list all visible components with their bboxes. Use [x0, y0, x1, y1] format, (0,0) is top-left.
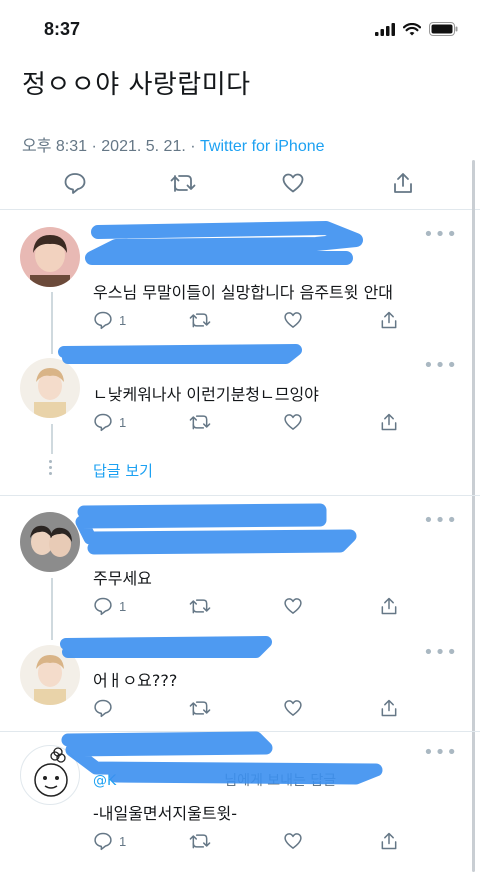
reply-count: 1 [119, 833, 127, 849]
more-options-button[interactable]: ••• [423, 642, 458, 663]
retweet-icon [170, 175, 196, 192]
reply-icon [94, 597, 112, 616]
retweet-icon [189, 415, 211, 430]
status-icons [375, 22, 458, 36]
show-replies-link[interactable]: 답글 보기 [93, 460, 153, 481]
redaction-scribble [61, 731, 383, 785]
reply-button[interactable] [60, 168, 90, 198]
reply-action-row [93, 698, 413, 722]
share-button[interactable] [379, 412, 399, 432]
share-icon [381, 311, 397, 329]
retweet-button[interactable] [189, 412, 211, 432]
thread-line [51, 424, 53, 454]
thread-ellipsis [49, 460, 53, 478]
status-time: 8:37 [44, 19, 81, 39]
reply-button[interactable]: 1 [93, 831, 126, 851]
divider [0, 495, 480, 496]
more-options-button[interactable]: ••• [423, 510, 458, 531]
tweet-time: 오후 8:31 [22, 138, 88, 155]
more-options-button[interactable]: ••• [423, 742, 458, 763]
retweet-icon [189, 313, 211, 328]
like-button[interactable] [283, 412, 303, 432]
tweet-source-link[interactable]: Twitter for iPhone [200, 138, 325, 155]
retweet-icon [189, 834, 211, 849]
reply-action-row: 1 [93, 412, 413, 436]
tweet-date: 2021. 5. 21. [101, 138, 186, 155]
reply-text: 주무세요 [93, 569, 152, 588]
like-button[interactable] [283, 698, 303, 718]
tweet-meta: 오후 8:31 · 2021. 5. 21. · Twitter for iPh… [22, 132, 325, 156]
share-button[interactable] [379, 698, 399, 718]
thread-line [51, 578, 53, 640]
like-icon [284, 598, 302, 614]
reply-action-row: 1 [93, 310, 413, 334]
like-icon [284, 700, 302, 716]
reply-button[interactable] [93, 698, 113, 718]
share-icon [381, 832, 397, 850]
like-icon [284, 833, 302, 849]
share-button[interactable] [379, 596, 399, 616]
redaction-scribble [58, 344, 302, 364]
reply-text: -내일울면서지울트윗- [93, 804, 238, 823]
reply-icon [94, 832, 112, 851]
redaction-scribble [85, 221, 363, 265]
reply-icon [94, 699, 112, 718]
share-button[interactable] [379, 831, 399, 851]
like-button[interactable] [283, 310, 303, 330]
like-button[interactable] [283, 831, 303, 851]
tweet-action-row [0, 168, 480, 204]
retweet-button[interactable] [189, 596, 211, 616]
share-icon [381, 413, 397, 431]
retweet-button[interactable] [189, 831, 211, 851]
reply-action-row: 1 [93, 831, 413, 855]
reply-text: 우스님 무말이들이 실망합니다 음주트윗 안대 [93, 283, 394, 302]
share-icon [394, 173, 412, 193]
reply-button[interactable]: 1 [93, 412, 126, 432]
reply-icon [64, 173, 86, 194]
redaction-scribble [60, 636, 272, 658]
retweet-icon [189, 599, 211, 614]
wifi-icon [403, 22, 421, 35]
reply-text: ㄴ낮케워나사 이런기분청ㄴ므잉야 [93, 385, 319, 404]
thread-line [51, 292, 53, 354]
share-icon [381, 597, 397, 615]
reply-button[interactable]: 1 [93, 310, 126, 330]
reply-button[interactable]: 1 [93, 596, 126, 616]
retweet-button[interactable] [189, 310, 211, 330]
reply-count: 1 [119, 414, 127, 430]
meta-separator: · [190, 138, 196, 155]
retweet-button[interactable] [189, 698, 211, 718]
share-icon [381, 699, 397, 717]
reply-action-row: 1 [93, 596, 413, 620]
redaction-scribble [75, 503, 357, 555]
retweet-button[interactable] [168, 168, 198, 198]
tweet-text: 정ㅇㅇ야 사랑랍미다 [22, 70, 251, 100]
more-options-button[interactable]: ••• [423, 224, 458, 245]
reply-count: 1 [119, 312, 127, 328]
meta-separator: · [91, 138, 97, 155]
like-button[interactable] [283, 596, 303, 616]
signal-icon [375, 22, 395, 36]
like-button[interactable] [278, 168, 308, 198]
share-button[interactable] [379, 310, 399, 330]
status-bar: 8:37 [0, 0, 480, 60]
more-options-button[interactable]: ••• [423, 355, 458, 376]
battery-icon [429, 22, 458, 36]
reply-icon [94, 413, 112, 432]
divider [0, 209, 480, 210]
like-icon [284, 312, 302, 328]
like-icon [284, 414, 302, 430]
like-icon [282, 173, 304, 193]
reply-icon [94, 311, 112, 330]
reply-text: 어ㅐㅇ요??? [93, 671, 178, 690]
reply-count: 1 [119, 598, 127, 614]
retweet-icon [189, 701, 211, 716]
scrollbar[interactable] [472, 160, 475, 872]
share-button[interactable] [388, 168, 418, 198]
